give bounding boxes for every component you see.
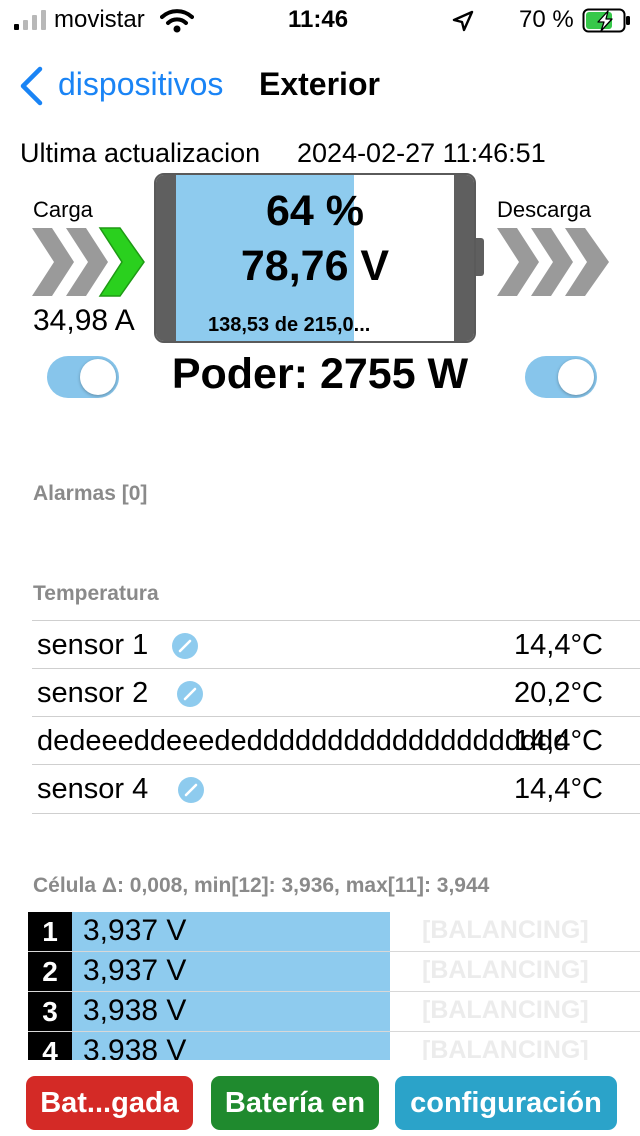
signal-icon xyxy=(14,10,48,30)
back-button[interactable]: dispositivos xyxy=(58,66,223,103)
battery-percent-value: 64 % xyxy=(265,187,364,235)
battery-capacity-value: 138,53 de 215,0... xyxy=(208,314,371,336)
cell-voltage: 3,937 V xyxy=(83,954,187,987)
cell-number: 4 xyxy=(28,1032,72,1060)
sensor-name: sensor 4 xyxy=(37,773,149,805)
cell-status: [BALANCING] xyxy=(422,1036,589,1060)
cell-number: 2 xyxy=(28,952,72,991)
discharge-label: Descarga xyxy=(497,197,592,222)
wifi-icon xyxy=(160,9,194,33)
cell-row: 4 3,938 V [BALANCING] xyxy=(28,1032,640,1060)
cell-row: 2 3,937 V [BALANCING] xyxy=(28,952,640,992)
battery-gauge: 64 % 78,76 V 138,53 de 215,0... xyxy=(154,173,476,343)
cell-status: [BALANCING] xyxy=(422,916,589,944)
discharge-toggle[interactable] xyxy=(525,356,597,398)
sensor-name: sensor 1 xyxy=(37,629,149,661)
discharge-arrows-icon xyxy=(497,228,609,296)
battery-voltage-value: 78,76 V xyxy=(240,242,390,290)
battery-on-button[interactable]: Batería en xyxy=(211,1076,379,1130)
cell-number: 3 xyxy=(28,992,72,1031)
sensor-name: sensor 2 xyxy=(37,677,149,709)
temperature-header: Temperatura xyxy=(33,582,159,605)
alarms-header: Alarmas [0] xyxy=(33,482,148,505)
charge-label: Carga xyxy=(33,197,93,222)
cell-list[interactable]: 1 3,937 V [BALANCING] 2 3,937 V [BALANCI… xyxy=(28,912,640,1060)
cell-voltage: 3,938 V xyxy=(83,994,187,1027)
cell-voltage: 3,937 V xyxy=(83,914,187,947)
status-bar: movistar 11:46 70 % xyxy=(0,0,640,40)
charge-current: 34,98 A xyxy=(33,304,135,337)
page-title: Exterior xyxy=(259,66,380,102)
edit-pencil-icon[interactable] xyxy=(178,777,204,803)
charging-battery-icon xyxy=(582,8,630,33)
last-update-value: 2024-02-27 11:46:51 xyxy=(297,138,546,168)
battery-charged-button[interactable]: Bat...gada xyxy=(26,1076,193,1130)
battery-terminal xyxy=(476,238,484,276)
sensor-row: sensor 4 14,4°C xyxy=(32,764,640,814)
sensor-value: 14,4°C xyxy=(514,629,603,661)
last-update-label: Ultima actualizacion xyxy=(20,138,261,168)
cell-status: [BALANCING] xyxy=(422,956,589,984)
back-chevron-icon[interactable] xyxy=(18,66,44,106)
cells-header: Célula Δ: 0,008, min[12]: 3,936, max[11]… xyxy=(33,874,490,897)
sensor-value: 20,2°C xyxy=(514,677,603,709)
charge-arrows-icon xyxy=(32,227,145,297)
cell-voltage: 3,938 V xyxy=(83,1034,187,1060)
carrier-name: movistar xyxy=(54,6,145,33)
cell-row: 3 3,938 V [BALANCING] xyxy=(28,992,640,1032)
sensor-value: 14,4°C xyxy=(514,725,603,757)
edit-pencil-icon[interactable] xyxy=(172,633,198,659)
sensor-row: sensor 2 20,2°C xyxy=(32,668,640,717)
location-arrow-icon xyxy=(452,10,474,32)
sensor-row: dedeeeddeeededddddddddddddddddddd 14,4°C xyxy=(32,716,640,765)
cell-row: 1 3,937 V [BALANCING] xyxy=(28,912,640,952)
configuration-button[interactable]: configuración xyxy=(395,1076,617,1130)
cell-status: [BALANCING] xyxy=(422,996,589,1024)
sensor-value: 14,4°C xyxy=(514,773,603,805)
sensor-row: sensor 1 14,4°C xyxy=(32,620,640,669)
sensor-name: dedeeeddeeededddddddddddddddddddd xyxy=(37,725,570,757)
edit-pencil-icon[interactable] xyxy=(177,681,203,707)
cell-number: 1 xyxy=(28,912,72,951)
clock: 11:46 xyxy=(288,6,349,33)
battery-percent: 70 % xyxy=(519,6,574,33)
